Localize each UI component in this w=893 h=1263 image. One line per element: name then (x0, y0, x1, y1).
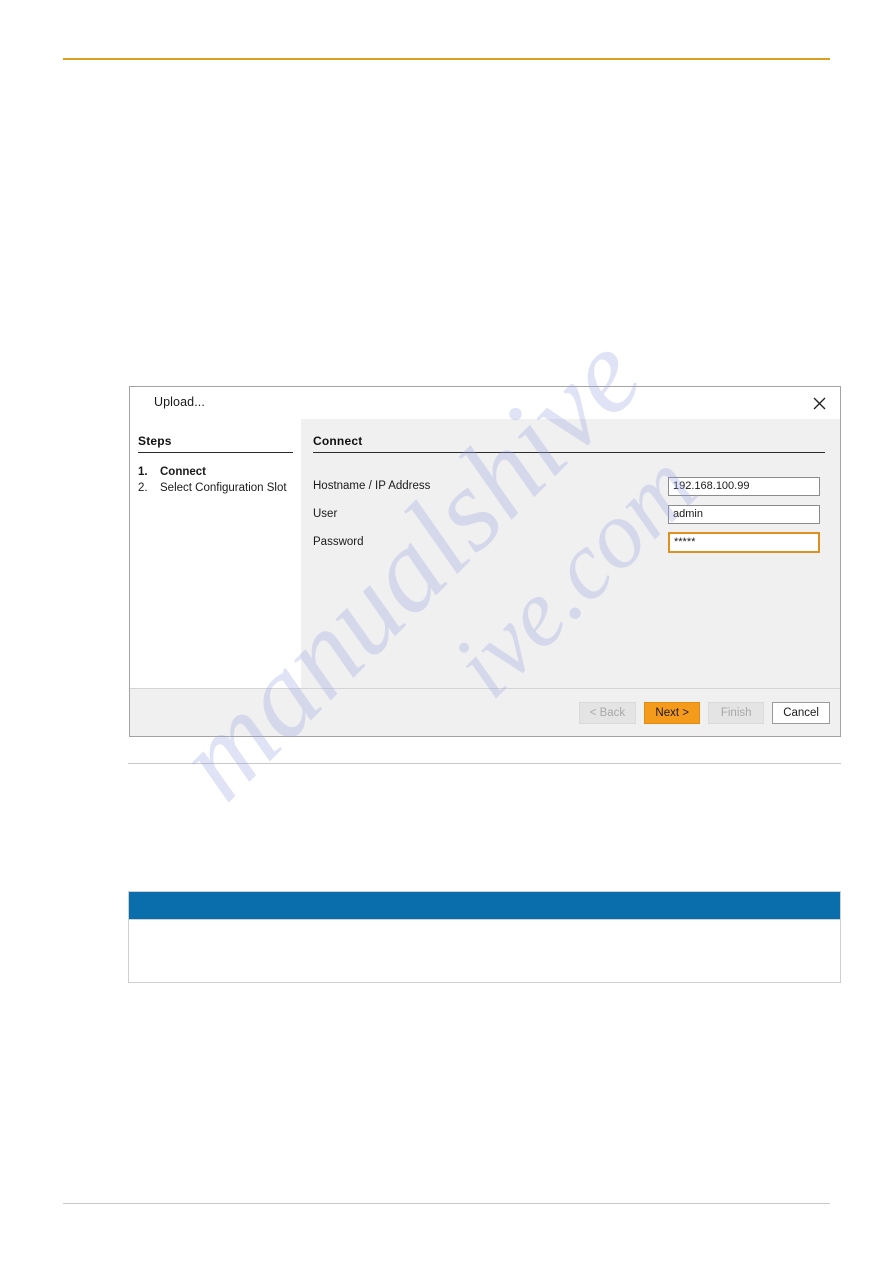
steps-list: 1. Connect 2. Select Configuration Slot (138, 465, 301, 496)
form-row-user: User (313, 501, 825, 527)
hostname-label: Hostname / IP Address (313, 480, 431, 492)
cancel-button[interactable]: Cancel (772, 701, 830, 724)
step-number: 2. (138, 482, 148, 494)
form-row-password: Password (313, 529, 825, 555)
form-row-hostname: Hostname / IP Address (313, 473, 825, 499)
close-icon[interactable] (808, 392, 830, 414)
content-panel: Connect Hostname / IP Address User Passw… (301, 419, 840, 688)
hostname-input[interactable] (668, 476, 820, 496)
step-label: Connect (160, 466, 206, 478)
dialog-body: Steps 1. Connect 2. Select Configuration… (130, 419, 840, 688)
note-callout-body (129, 920, 840, 982)
step-item-select-configuration-slot[interactable]: 2. Select Configuration Slot (138, 481, 301, 496)
header-rule (63, 58, 830, 60)
note-callout-header (129, 892, 840, 920)
step-item-connect[interactable]: 1. Connect (138, 465, 301, 480)
document-page: Upload... Steps 1. Connect 2. Select Con… (0, 0, 893, 1263)
dialog-title: Upload... (154, 395, 205, 409)
footer-rule (63, 1203, 830, 1204)
content-heading: Connect (313, 434, 825, 453)
steps-panel: Steps 1. Connect 2. Select Configuration… (130, 419, 301, 688)
dialog-footer: < Back Next > Finish Cancel (130, 688, 840, 736)
step-label: Select Configuration Slot (160, 482, 287, 494)
steps-heading: Steps (138, 434, 293, 453)
user-input[interactable] (668, 504, 820, 524)
dialog-titlebar: Upload... (130, 387, 840, 419)
step-number: 1. (138, 466, 148, 478)
password-input[interactable] (668, 531, 820, 553)
next-button[interactable]: Next > (644, 701, 701, 724)
note-callout-box (128, 891, 841, 983)
finish-button[interactable]: Finish (708, 701, 765, 724)
section-divider-rule (128, 763, 841, 764)
back-button[interactable]: < Back (578, 701, 637, 724)
password-label: Password (313, 536, 364, 548)
user-label: User (313, 508, 338, 520)
connect-form: Hostname / IP Address User Password (313, 473, 825, 555)
upload-wizard-dialog: Upload... Steps 1. Connect 2. Select Con… (129, 386, 841, 737)
